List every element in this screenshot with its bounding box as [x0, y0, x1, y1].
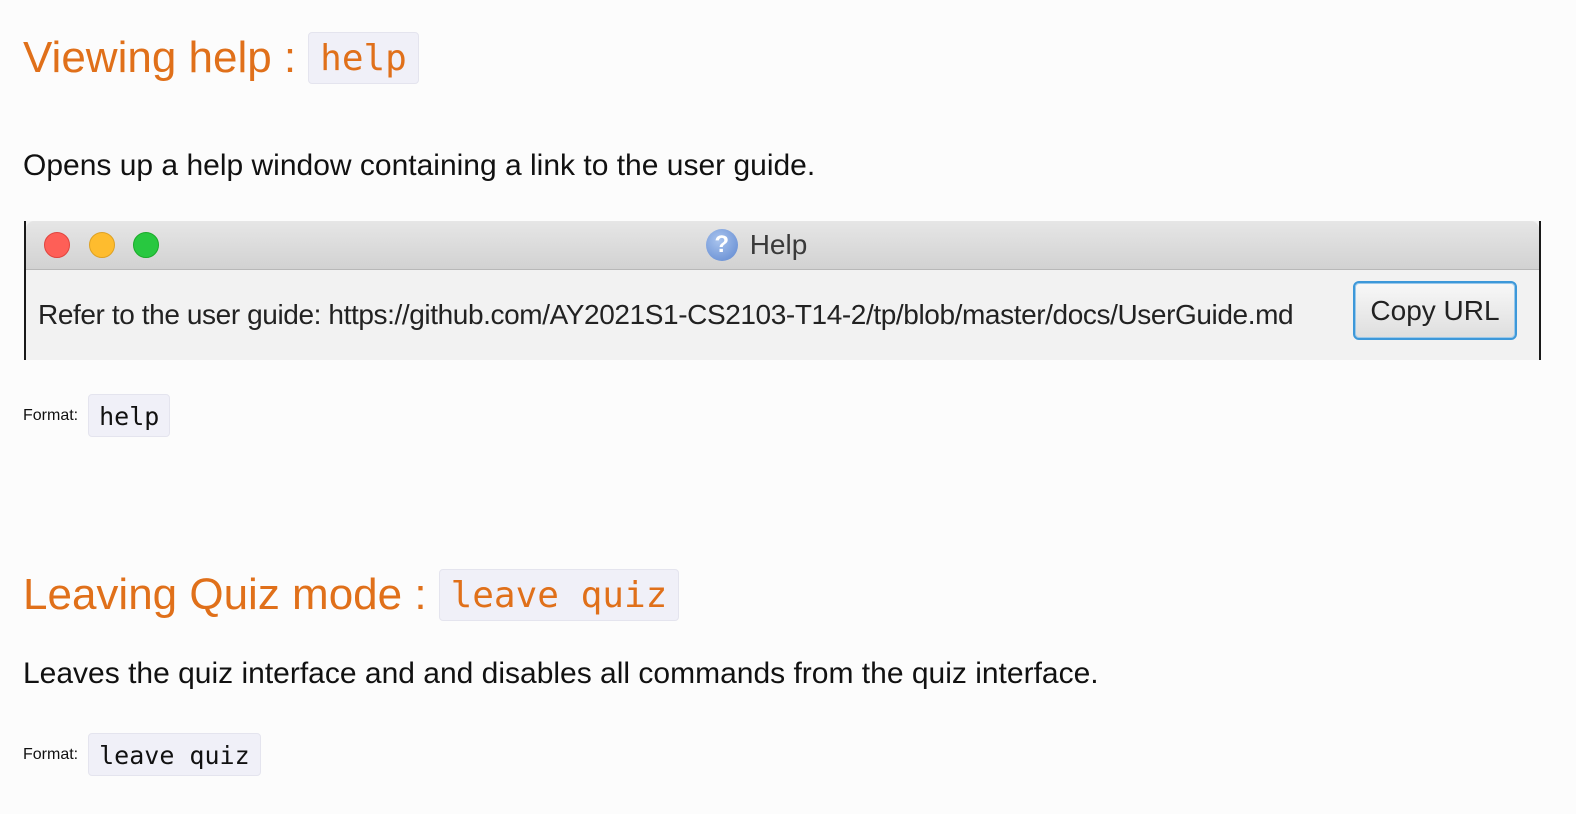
window-title: ? Help — [26, 221, 1539, 269]
section-heading-viewing-help: Viewing help : help — [23, 32, 419, 84]
section-heading-command: leave quiz — [438, 569, 680, 621]
section-heading-leaving-quiz: Leaving Quiz mode : leave quiz — [23, 569, 680, 621]
section-description: Opens up a help window containing a link… — [23, 149, 816, 182]
format-line: Format: leave quiz — [23, 733, 261, 776]
section-description: Leaves the quiz interface and and disabl… — [23, 657, 1099, 690]
format-code: help — [88, 394, 171, 437]
window-body: Refer to the user guide: https://github.… — [26, 270, 1539, 360]
window-titlebar[interactable]: ? Help — [26, 221, 1539, 270]
format-line: Format: help — [23, 394, 171, 437]
format-label: Format: — [23, 406, 79, 424]
section-heading-text: Viewing help : — [23, 33, 297, 82]
question-icon: ? — [705, 229, 738, 261]
format-label: Format: — [23, 745, 79, 763]
window-title-text: Help — [749, 229, 808, 260]
help-window-screenshot: ? Help Refer to the user guide: https://… — [24, 221, 1541, 360]
copy-url-button[interactable]: Copy URL — [1353, 281, 1517, 340]
section-heading-command: help — [308, 32, 419, 84]
format-code: leave quiz — [88, 733, 261, 776]
user-guide-link-text: Refer to the user guide: https://github.… — [38, 299, 1294, 330]
section-heading-text: Leaving Quiz mode : — [23, 570, 427, 619]
